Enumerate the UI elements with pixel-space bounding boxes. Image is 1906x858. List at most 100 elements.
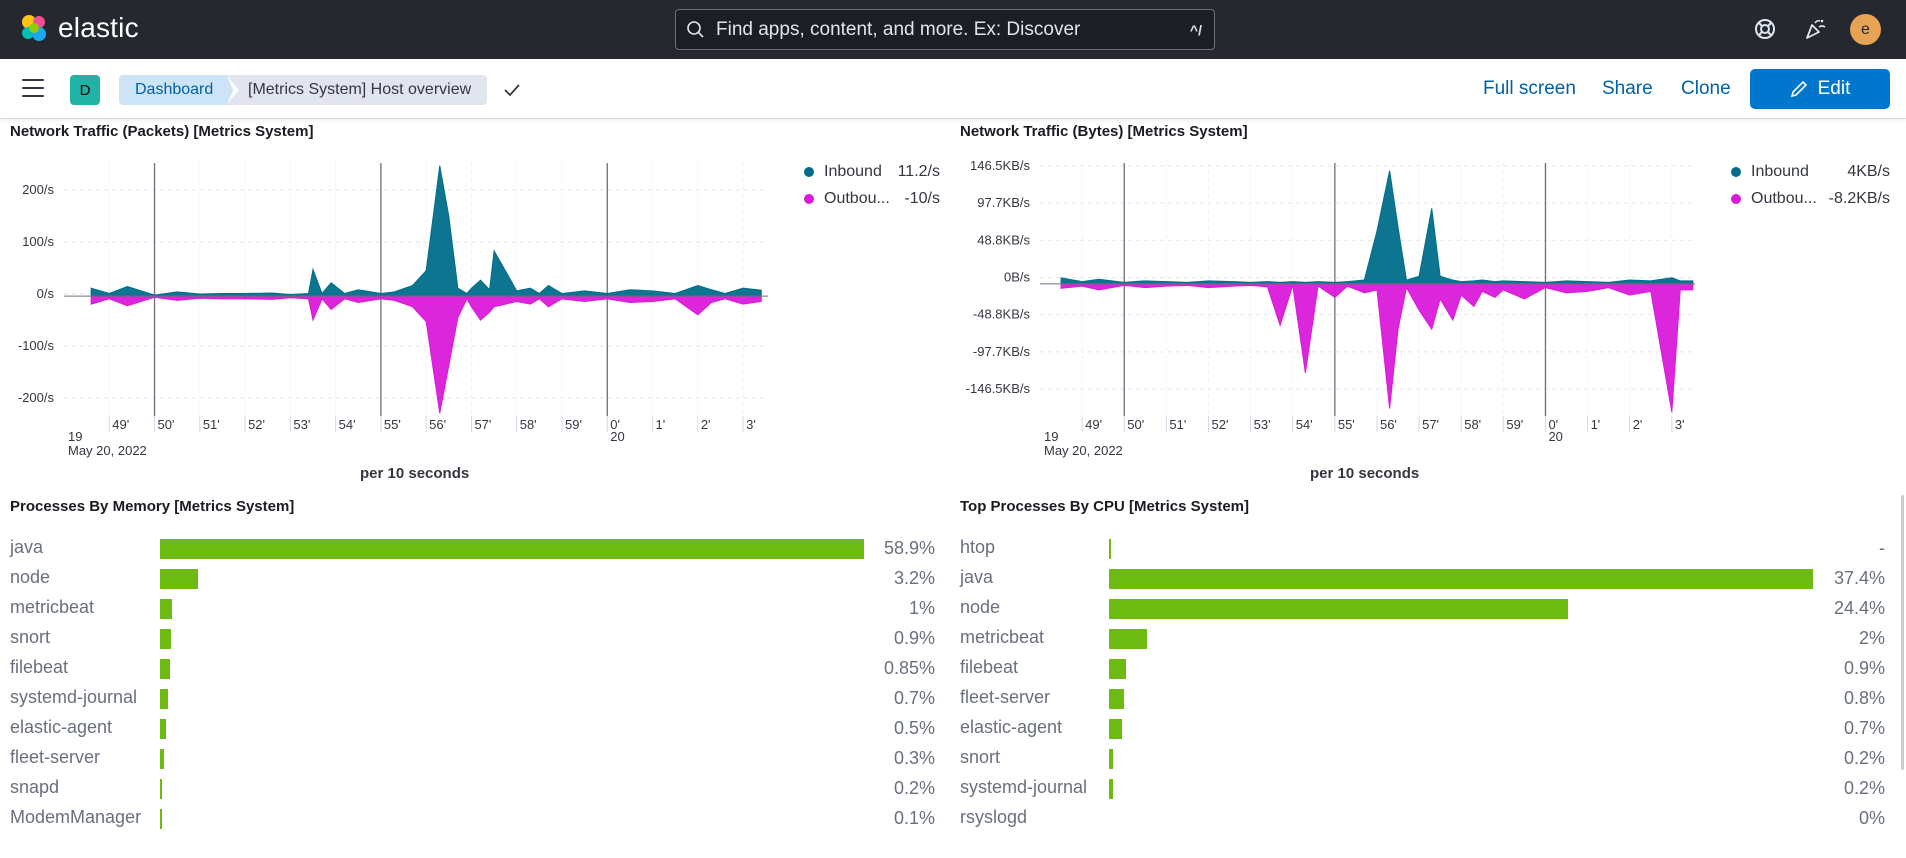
cpu-process-name: metricbeat bbox=[960, 627, 1045, 647]
y-tick-label: -100/s bbox=[18, 338, 55, 353]
cpu-value: 0.2% bbox=[1843, 748, 1885, 768]
page-scrollbar[interactable] bbox=[1901, 495, 1904, 770]
x-tick-label: 3' bbox=[1675, 417, 1685, 432]
cpu-row[interactable]: node 24.4% bbox=[960, 593, 1885, 623]
elastic-home-link[interactable]: elastic bbox=[18, 12, 139, 44]
bytes-legend-inbound[interactable]: Inbound bbox=[1731, 163, 1809, 181]
pencil-icon bbox=[1790, 80, 1807, 98]
x-tick-label: 1' bbox=[1591, 417, 1601, 432]
memory-bar bbox=[160, 569, 199, 589]
y-tick-label: 97.7KB/s bbox=[977, 195, 1030, 210]
y-tick-label: 48.8KB/s bbox=[977, 232, 1030, 247]
y-tick-label: -48.8KB/s bbox=[973, 307, 1031, 322]
breadcrumb-dashboard[interactable]: Dashboard bbox=[119, 75, 234, 105]
cpu-process-name: snort bbox=[960, 747, 1001, 767]
x-tick-label: 56' bbox=[429, 417, 446, 432]
bytes-outbound-value: -8.2KB/s bbox=[1828, 190, 1890, 207]
space-avatar[interactable]: D bbox=[70, 75, 100, 105]
y-tick-label: -200/s bbox=[18, 390, 55, 405]
cpu-bar bbox=[1109, 659, 1126, 679]
cpu-process-name: fleet-server bbox=[960, 687, 1051, 707]
menu-icon[interactable] bbox=[22, 79, 44, 97]
global-search[interactable]: ^/ bbox=[675, 9, 1215, 50]
cpu-value: 24.4% bbox=[1833, 598, 1885, 618]
cpu-value: 0% bbox=[1858, 808, 1885, 828]
cpu-row[interactable]: snort 0.2% bbox=[960, 743, 1885, 773]
memory-row[interactable]: fleet-server 0.3% bbox=[10, 743, 935, 773]
memory-value: 0.5% bbox=[893, 718, 935, 738]
cpu-row[interactable]: filebeat 0.9% bbox=[960, 653, 1885, 683]
x-tick-label: 56' bbox=[1380, 417, 1397, 432]
memory-row[interactable]: elastic-agent 0.5% bbox=[10, 713, 935, 743]
y-tick-label: -146.5KB/s bbox=[966, 381, 1031, 396]
cpu-row[interactable]: htop - bbox=[960, 533, 1885, 563]
cpu-row[interactable]: metricbeat 2% bbox=[960, 623, 1885, 653]
memory-value: 0.9% bbox=[893, 628, 935, 648]
elastic-logo-icon bbox=[22, 15, 46, 41]
cpu-bar bbox=[1109, 689, 1125, 709]
search-shortcut: ^/ bbox=[1189, 21, 1202, 38]
cpu-value: 2% bbox=[1858, 628, 1885, 648]
cpu-bar bbox=[1109, 599, 1569, 619]
x-tick-label: 51' bbox=[1169, 417, 1186, 432]
x-tick-label: 58' bbox=[520, 417, 537, 432]
x-tick-label: 51' bbox=[203, 417, 220, 432]
memory-row[interactable]: node 3.2% bbox=[10, 563, 935, 593]
packets-outbound-value: -10/s bbox=[904, 190, 940, 207]
memory-process-name: fleet-server bbox=[10, 747, 101, 767]
share-button[interactable]: Share bbox=[1602, 78, 1653, 100]
cpu-value: 0.2% bbox=[1843, 778, 1885, 798]
memory-process-name: systemd-journal bbox=[10, 687, 138, 707]
x-tick-label: 55' bbox=[384, 417, 401, 432]
memory-bar bbox=[160, 719, 166, 739]
x-tick-label: 57' bbox=[474, 417, 491, 432]
x-date-label: May 20, 2022 bbox=[1044, 443, 1123, 458]
memory-bar bbox=[160, 809, 162, 829]
cpu-process-name: systemd-journal bbox=[960, 777, 1088, 797]
x-tick-label: 49' bbox=[112, 417, 129, 432]
x-tick-label: 52' bbox=[248, 417, 265, 432]
newsfeed-icon[interactable] bbox=[1802, 16, 1828, 42]
cpu-row[interactable]: rsyslogd 0% bbox=[960, 803, 1885, 833]
packets-inbound-value: 11.2/s bbox=[897, 163, 940, 180]
cpu-row[interactable]: elastic-agent 0.7% bbox=[960, 713, 1885, 743]
memory-row[interactable]: java 58.9% bbox=[10, 533, 935, 563]
memory-process-name: ModemManager bbox=[10, 807, 142, 827]
memory-row[interactable]: snort 0.9% bbox=[10, 623, 935, 653]
bytes-panel-title: Network Traffic (Bytes) [Metrics System] bbox=[960, 123, 1248, 140]
cpu-process-name: rsyslogd bbox=[960, 807, 1028, 827]
help-icon[interactable] bbox=[1752, 16, 1778, 42]
memory-row[interactable]: metricbeat 1% bbox=[10, 593, 935, 623]
search-icon bbox=[687, 20, 704, 38]
cpu-bar bbox=[1109, 779, 1113, 799]
memory-process-name: node bbox=[10, 567, 51, 587]
cpu-value: - bbox=[1879, 538, 1885, 558]
search-input[interactable] bbox=[716, 18, 1190, 41]
cpu-process-name: java bbox=[960, 567, 994, 587]
memory-value: 0.1% bbox=[893, 808, 935, 828]
memory-bar bbox=[160, 629, 171, 649]
memory-row[interactable]: ModemManager 0.1% bbox=[10, 803, 935, 833]
cpu-panel-title: Top Processes By CPU [Metrics System] bbox=[960, 498, 1249, 515]
memory-row[interactable]: filebeat 0.85% bbox=[10, 653, 935, 683]
edit-button-label: Edit bbox=[1817, 78, 1851, 99]
cpu-bar bbox=[1109, 629, 1147, 649]
x-tick-label: 50' bbox=[1127, 417, 1144, 432]
full-screen-button[interactable]: Full screen bbox=[1483, 78, 1576, 100]
memory-row[interactable]: snapd 0.2% bbox=[10, 773, 935, 803]
packets-x-label: per 10 seconds bbox=[360, 465, 470, 482]
cpu-row[interactable]: fleet-server 0.8% bbox=[960, 683, 1885, 713]
bytes-inbound-value: 4KB/s bbox=[1847, 163, 1890, 180]
x-major-label: 19 bbox=[68, 429, 82, 444]
memory-row[interactable]: systemd-journal 0.7% bbox=[10, 683, 935, 713]
memory-process-name: snort bbox=[10, 627, 51, 647]
clone-button[interactable]: Clone bbox=[1681, 78, 1731, 100]
cpu-bar bbox=[1109, 569, 1813, 589]
top-header: elastic ^/ e bbox=[0, 0, 1906, 59]
edit-button[interactable]: Edit bbox=[1750, 69, 1890, 109]
cpu-row[interactable]: java 37.4% bbox=[960, 563, 1885, 593]
y-tick-label: 100/s bbox=[22, 234, 54, 249]
cpu-process-name: htop bbox=[960, 537, 996, 557]
user-avatar[interactable]: e bbox=[1850, 14, 1881, 45]
cpu-row[interactable]: systemd-journal 0.2% bbox=[960, 773, 1885, 803]
